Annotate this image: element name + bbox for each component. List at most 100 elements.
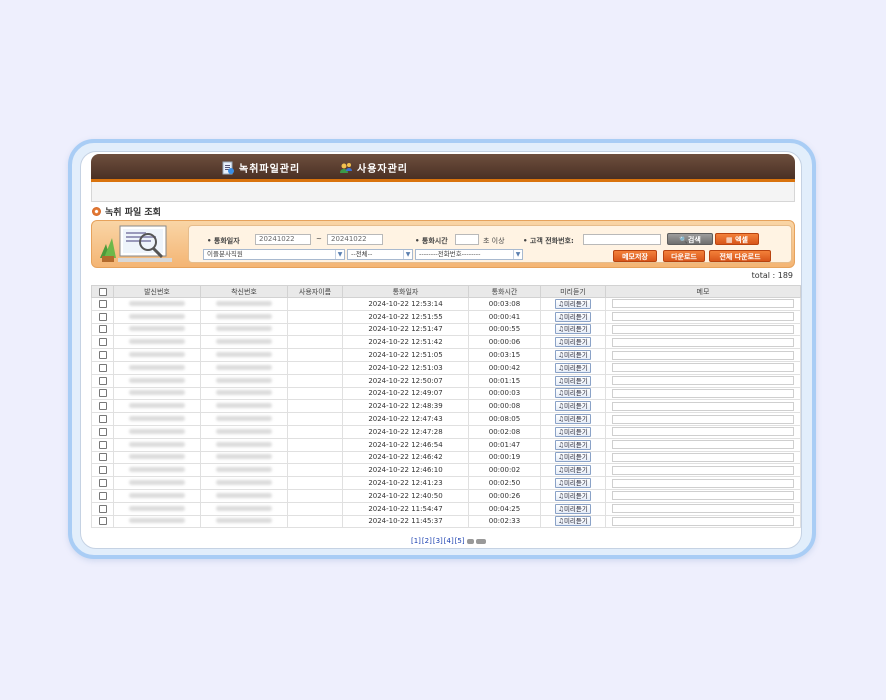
row-checkbox[interactable] xyxy=(98,389,107,398)
user-name-cell xyxy=(287,399,343,414)
row-checkbox[interactable] xyxy=(98,517,107,526)
row-checkbox[interactable] xyxy=(98,338,107,347)
row-checkbox[interactable] xyxy=(98,440,107,449)
preview-button[interactable]: ♫미리듣기 xyxy=(555,362,591,373)
preview-button[interactable]: ♫미리듣기 xyxy=(555,465,591,476)
preview-button[interactable]: ♫미리듣기 xyxy=(555,375,591,386)
page-link-5[interactable]: [5] xyxy=(455,537,465,545)
preview-button[interactable]: ♫미리듣기 xyxy=(555,478,591,489)
search-panel: • 통화일자 20241022 ~ 20241022 • 통화시간 초 이상 •… xyxy=(91,220,795,268)
top-menu-bar: 녹취파일관리 사용자관리 xyxy=(91,154,795,182)
memo-input[interactable] xyxy=(612,516,794,526)
memo-input[interactable] xyxy=(612,337,794,347)
row-checkbox[interactable] xyxy=(98,504,107,513)
preview-button[interactable]: ♫미리듣기 xyxy=(555,452,591,463)
page-link-1[interactable]: [1] xyxy=(411,537,421,545)
preview-button[interactable]: ♫미리듣기 xyxy=(555,414,591,425)
preview-button[interactable]: ♫미리듣기 xyxy=(555,388,591,399)
preview-button[interactable]: ♫미리듣기 xyxy=(555,439,591,450)
table-row: 2024-10-22 12:47:43 00:08:05 ♫미리듣기 xyxy=(91,412,801,426)
row-select-cell xyxy=(91,322,114,337)
memo-input[interactable] xyxy=(612,376,794,386)
row-checkbox[interactable] xyxy=(98,351,107,360)
table-header-row: 발신번호 착신번호 사용자이름 통화일자 통화시간 미리듣기 메모 xyxy=(91,285,801,298)
menu-item-recording-files[interactable]: 녹취파일관리 xyxy=(221,160,300,175)
phone-select[interactable]: --------전화번호-------- ▼ xyxy=(415,249,523,260)
select-all-checkbox[interactable] xyxy=(98,287,107,296)
column-header[interactable]: 착신번호 xyxy=(200,285,288,298)
row-select-cell xyxy=(91,348,114,362)
preview-button[interactable]: ♫미리듣기 xyxy=(555,401,591,412)
preview-button[interactable]: ♫미리듣기 xyxy=(555,298,591,309)
preview-button[interactable]: ♫미리듣기 xyxy=(555,311,591,322)
download-button[interactable]: 다운로드 xyxy=(663,250,705,262)
row-checkbox[interactable] xyxy=(98,479,107,488)
redacted-value xyxy=(216,326,272,332)
memo-input[interactable] xyxy=(612,452,794,462)
memo-input[interactable] xyxy=(612,324,794,334)
column-header[interactable]: 사용자이름 xyxy=(287,285,343,298)
row-select-cell xyxy=(91,399,114,414)
row-checkbox[interactable] xyxy=(98,415,107,424)
menu-item-user-management[interactable]: 사용자관리 xyxy=(339,160,408,175)
row-checkbox[interactable] xyxy=(98,427,107,436)
row-checkbox[interactable] xyxy=(98,363,107,372)
caller-number-cell xyxy=(113,514,201,529)
page-link-3[interactable]: [3] xyxy=(433,537,443,545)
row-checkbox[interactable] xyxy=(98,376,107,385)
memo-input[interactable] xyxy=(612,312,794,322)
all-select[interactable]: --전체-- ▼ xyxy=(347,249,413,260)
branch-select[interactable]: 이플분사직원 ▼ xyxy=(203,249,345,260)
column-header[interactable]: 통화일자 xyxy=(342,285,469,298)
redacted-value xyxy=(129,377,185,383)
memo-input[interactable] xyxy=(612,388,794,398)
row-checkbox[interactable] xyxy=(98,312,107,321)
duration-input[interactable] xyxy=(455,234,479,245)
page-link-2[interactable]: [2] xyxy=(422,537,432,545)
memo-input[interactable] xyxy=(612,363,794,373)
row-checkbox[interactable] xyxy=(98,491,107,500)
next-page-icon[interactable] xyxy=(466,538,474,544)
preview-button[interactable]: ♫미리듣기 xyxy=(555,350,591,361)
column-header[interactable]: 메모 xyxy=(605,285,801,298)
memo-input[interactable] xyxy=(612,465,794,475)
redacted-value xyxy=(216,403,272,409)
memo-save-button[interactable]: 메모저장 xyxy=(613,250,657,262)
download-all-button[interactable]: 전체 다운로드 xyxy=(709,250,771,262)
preview-button[interactable]: ♫미리듣기 xyxy=(555,516,591,527)
date-from-input[interactable]: 20241022 xyxy=(255,234,311,245)
memo-input[interactable] xyxy=(612,401,794,411)
row-checkbox[interactable] xyxy=(98,299,107,308)
preview-button[interactable]: ♫미리듣기 xyxy=(555,503,591,514)
row-checkbox[interactable] xyxy=(98,402,107,411)
row-checkbox[interactable] xyxy=(98,325,107,334)
preview-button[interactable]: ♫미리듣기 xyxy=(555,324,591,335)
last-page-icon[interactable] xyxy=(475,538,486,544)
search-button[interactable]: 🔍검색 xyxy=(667,233,713,245)
column-header[interactable]: 통화시간 xyxy=(468,285,541,298)
preview-button[interactable]: ♫미리듣기 xyxy=(555,426,591,437)
memo-input[interactable] xyxy=(612,414,794,424)
row-checkbox[interactable] xyxy=(98,466,107,475)
row-checkbox[interactable] xyxy=(98,453,107,462)
column-header[interactable]: 미리듣기 xyxy=(540,285,606,298)
user-name-cell xyxy=(287,450,343,465)
sub-menu-bar xyxy=(91,182,795,202)
memo-cell xyxy=(605,297,801,311)
memo-input[interactable] xyxy=(612,491,794,501)
preview-button[interactable]: ♫미리듣기 xyxy=(555,337,591,348)
call-date-cell: 2024-10-22 12:49:07 xyxy=(342,386,469,401)
date-to-input[interactable]: 20241022 xyxy=(327,234,383,245)
memo-input[interactable] xyxy=(612,350,794,360)
memo-input[interactable] xyxy=(612,427,794,437)
memo-input[interactable] xyxy=(612,299,794,309)
excel-button[interactable]: ▦ 엑셀 xyxy=(715,233,759,245)
memo-input[interactable] xyxy=(612,478,794,488)
memo-input[interactable] xyxy=(612,504,794,514)
page-link-4[interactable]: [4] xyxy=(444,537,454,545)
memo-input[interactable] xyxy=(612,440,794,450)
preview-button[interactable]: ♫미리듣기 xyxy=(555,490,591,501)
redacted-value xyxy=(216,441,272,447)
column-header[interactable]: 발신번호 xyxy=(113,285,201,298)
phone-input[interactable] xyxy=(583,234,661,245)
